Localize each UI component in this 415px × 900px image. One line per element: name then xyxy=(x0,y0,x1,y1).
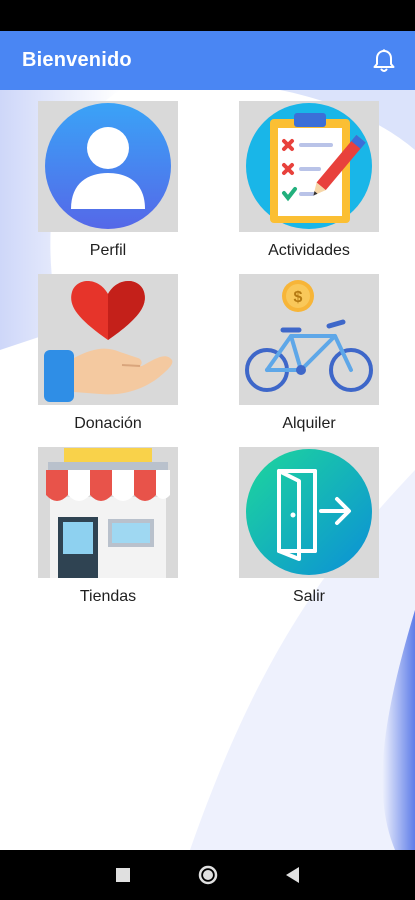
square-recents-icon[interactable] xyxy=(116,868,130,887)
menu-item-label: Actividades xyxy=(268,242,350,259)
stores-tile-image xyxy=(38,447,178,578)
menu-item-label: Perfil xyxy=(89,242,127,259)
triangle-back-icon[interactable] xyxy=(286,867,300,888)
system-navigation-bar xyxy=(0,850,415,900)
app-bar: Bienvenido xyxy=(0,31,415,90)
storefront-icon xyxy=(46,448,170,578)
menu-item-actividades[interactable]: Actividades xyxy=(239,101,379,260)
menu-content: Perfil Actividades Donación $ Alquiler T… xyxy=(0,90,415,850)
menu-item-perfil[interactable]: Perfil xyxy=(38,101,178,260)
bicycle-coin-icon: $ xyxy=(245,280,373,392)
heart-hand-icon xyxy=(44,281,173,402)
profile-tile-image xyxy=(38,101,178,232)
status-bar xyxy=(0,0,415,31)
clipboard-checklist-icon xyxy=(246,103,372,229)
menu-item-donacion[interactable]: Donación xyxy=(38,274,178,433)
menu-item-tiendas[interactable]: Tiendas xyxy=(38,447,178,606)
menu-item-label: Alquiler xyxy=(282,415,336,432)
menu-item-label: Tiendas xyxy=(79,588,137,605)
page-title: Bienvenido xyxy=(22,49,132,71)
bell-icon[interactable] xyxy=(369,46,399,76)
user-profile-icon xyxy=(45,103,171,229)
menu-item-label: Donación xyxy=(74,415,142,432)
menu-item-label: Salir xyxy=(292,588,325,605)
exit-door-icon xyxy=(246,449,372,575)
exit-tile-image xyxy=(239,447,379,578)
donation-tile-image xyxy=(38,274,178,405)
rental-tile-image: $ xyxy=(239,274,379,405)
activities-tile-image xyxy=(239,101,379,232)
menu-item-salir[interactable]: Salir xyxy=(239,447,379,606)
menu-item-alquiler[interactable]: $ Alquiler xyxy=(239,274,379,433)
circle-home-icon[interactable] xyxy=(198,865,218,890)
svg-text:$: $ xyxy=(294,289,303,306)
